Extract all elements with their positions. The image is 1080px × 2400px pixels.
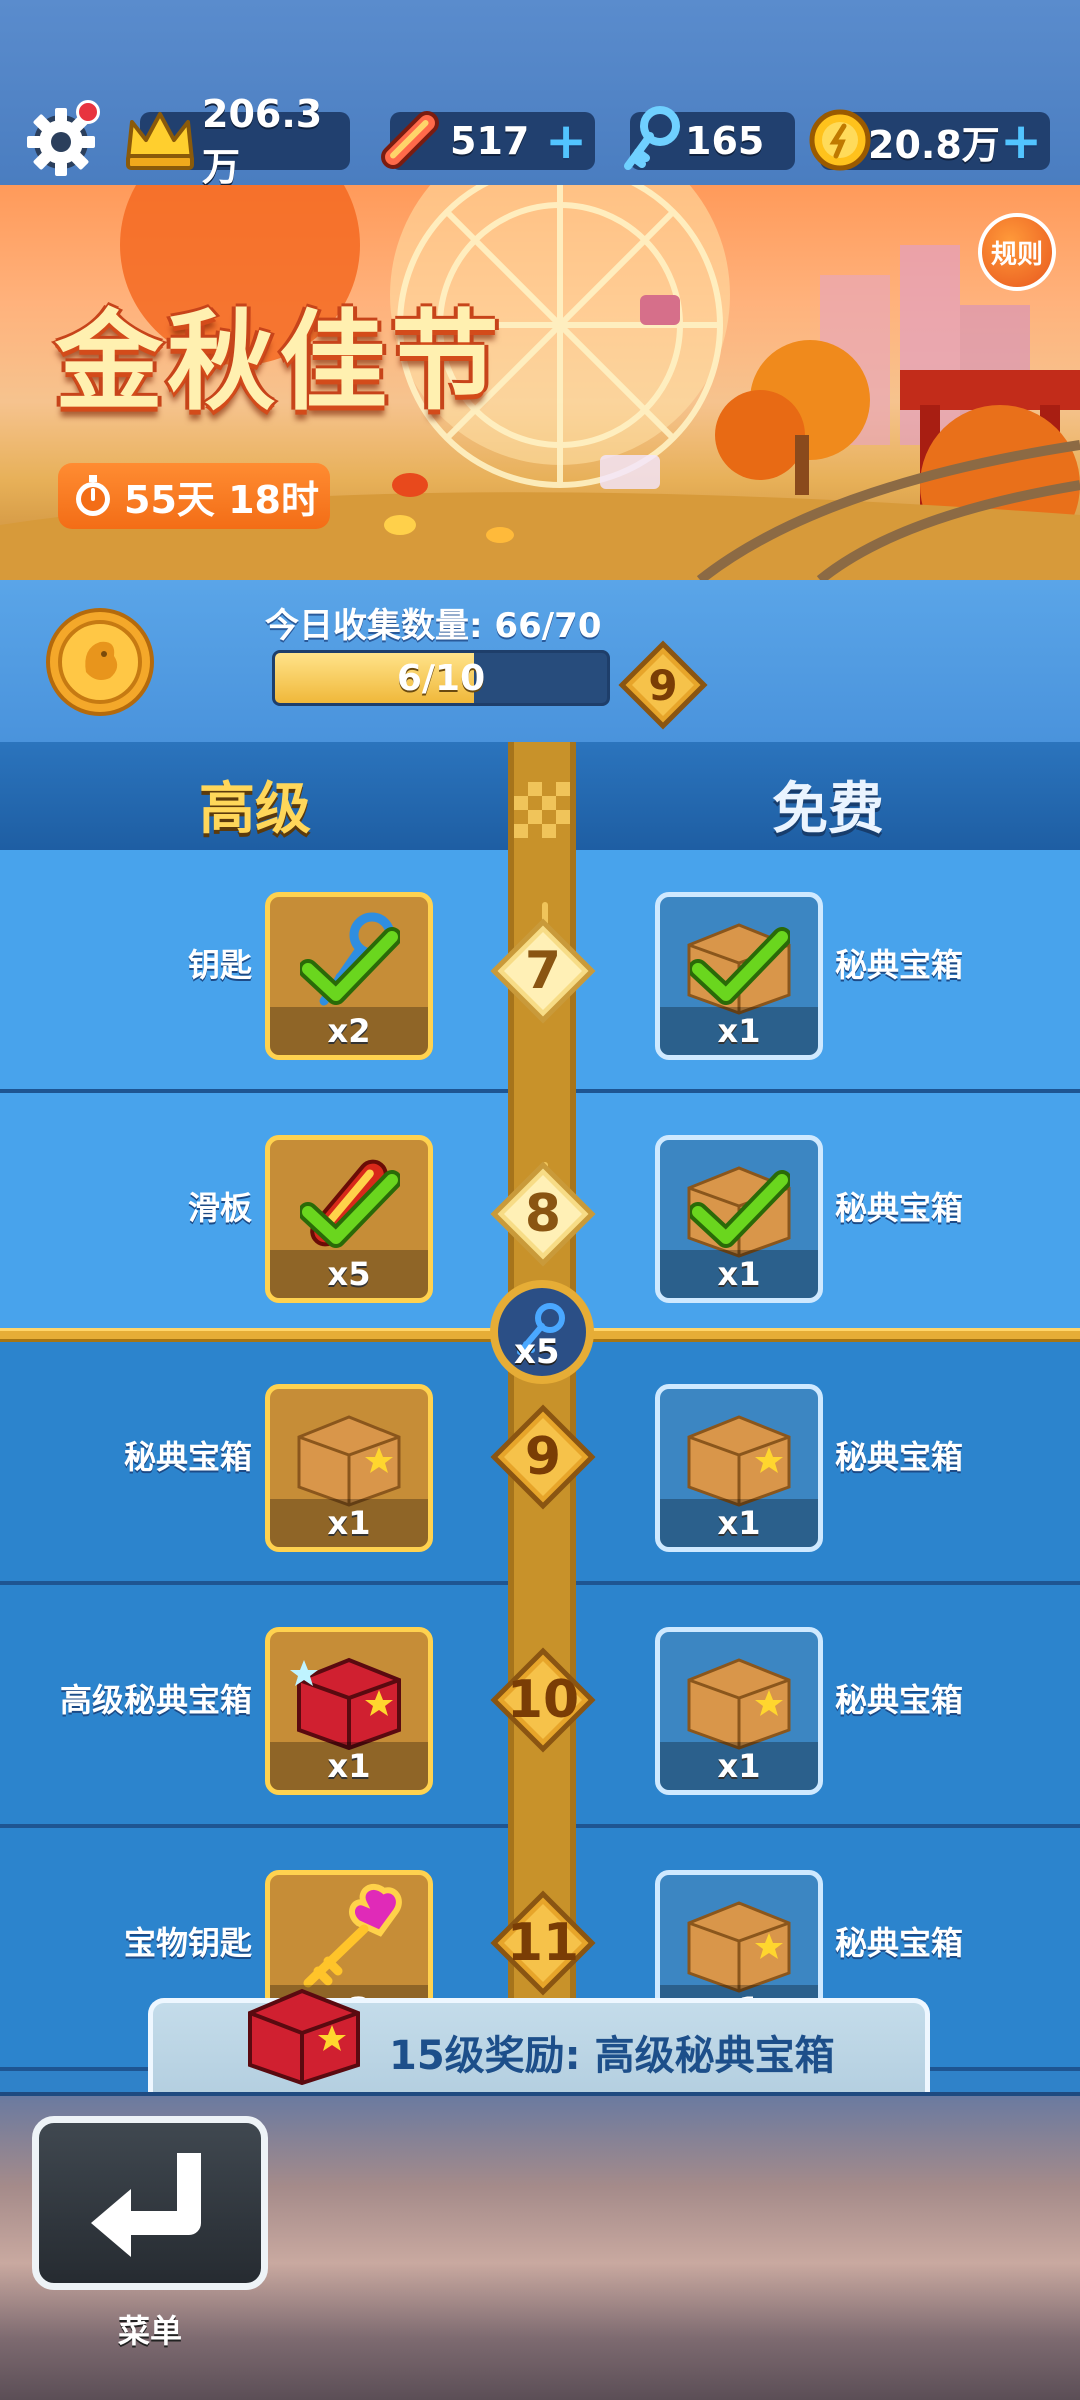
skateboard-pill[interactable]: 517 + <box>381 111 595 170</box>
premium-track-header: 高级 <box>199 776 311 842</box>
premium-reward-label: 秘典宝箱 <box>123 1438 252 1476</box>
level-badge-11: 11 <box>488 1888 598 1998</box>
coin-icon <box>809 109 871 171</box>
box-icon <box>687 1415 791 1507</box>
menu-label: 菜单 <box>117 2312 182 2350</box>
timer-text: 55天 18时 <box>124 477 319 522</box>
bottom-menu-area: 菜单 <box>0 2092 1080 2400</box>
box-icon <box>687 1658 791 1750</box>
premium-reward-label: 滑板 <box>187 1189 252 1227</box>
premium-reward-card[interactable]: x1 <box>265 1384 433 1552</box>
check-icon <box>300 927 400 1005</box>
event-banner: 金秋佳节 规则 55天 18时 <box>0 185 1080 580</box>
check-icon <box>690 927 790 1005</box>
event-title: 金秋佳节 <box>55 300 504 425</box>
next-level-number: 9 <box>648 660 678 710</box>
check-icon <box>690 1170 790 1248</box>
skateboard-count: 517 <box>450 119 530 163</box>
next-level-badge: 9 <box>618 640 708 730</box>
bonus-key-count: x5 <box>514 1332 560 1372</box>
crown-score-pill: 206.3万 <box>126 92 350 189</box>
premium-reward-card[interactable]: x1 <box>265 1627 433 1795</box>
key-icon <box>624 106 680 170</box>
free-track-header: 免费 <box>772 776 884 842</box>
level-number: 11 <box>506 1913 580 1973</box>
reward-count: x1 <box>660 1742 818 1790</box>
free-reward-label: 秘典宝箱 <box>835 1438 964 1476</box>
box-icon <box>297 1415 401 1507</box>
level-progress-bar: 6/10 <box>272 650 610 706</box>
add-skateboard-icon[interactable]: + <box>545 116 587 166</box>
reward-count: x5 <box>270 1250 428 1298</box>
reward-count: x1 <box>660 1250 818 1298</box>
check-icon <box>300 1170 400 1248</box>
level-progress-text: 6/10 <box>396 657 486 699</box>
box-icon <box>687 1901 791 1993</box>
free-reward-card[interactable]: x1 <box>655 1384 823 1552</box>
premium-reward-label: 钥匙 <box>187 946 252 984</box>
final-reward-text: 15级奖励: 高级秘典宝箱 <box>389 2033 835 2079</box>
level-badge-9: 9 <box>488 1402 598 1512</box>
premium-reward-card[interactable]: x5 <box>265 1135 433 1303</box>
rules-button[interactable]: 规则 <box>978 213 1056 291</box>
event-timer: 55天 18时 <box>58 463 330 529</box>
red-chest-icon <box>248 1988 360 2085</box>
reward-count: x1 <box>270 1499 428 1547</box>
key-count: 165 <box>685 119 765 163</box>
collect-progress-panel: 今日收集数量: 66/70 6/10 9 <box>0 580 1080 742</box>
free-reward-card[interactable]: x1 <box>655 1135 823 1303</box>
level-badge-8: 8 <box>488 1159 598 1269</box>
free-reward-label: 秘典宝箱 <box>835 1189 964 1227</box>
premium-reward-card[interactable]: x2 <box>265 892 433 1060</box>
mooncake-icon <box>46 608 154 716</box>
key-pill: 165 <box>624 106 795 170</box>
stopwatch-icon <box>76 475 110 516</box>
crown-score-value: 206.3万 <box>202 91 323 189</box>
premium-reward-label: 高级秘典宝箱 <box>59 1681 252 1719</box>
reward-track-list[interactable]: 高级 免费 钥匙 x2 x1 秘典宝箱 滑板 x5 x1 秘典宝箱 秘典宝箱 x… <box>0 742 1080 2092</box>
reward-count: x1 <box>660 1499 818 1547</box>
coin-pill[interactable]: 20.8万 + <box>809 109 1050 171</box>
free-reward-card[interactable]: x1 <box>655 1627 823 1795</box>
currency-bar: 206.3万 517 + 165 20.8万 + <box>0 0 1080 189</box>
premium-reward-label: 宝物钥匙 <box>123 1924 252 1962</box>
level-number: 9 <box>524 1427 562 1487</box>
crown-icon <box>126 112 194 170</box>
free-reward-card[interactable]: x1 <box>655 892 823 1060</box>
collect-count-label: 今日收集数量: 66/70 <box>265 606 602 646</box>
level-number: 10 <box>506 1670 580 1730</box>
free-reward-label: 秘典宝箱 <box>835 946 964 984</box>
free-reward-label: 秘典宝箱 <box>835 1924 964 1962</box>
menu-button[interactable] <box>32 2116 268 2290</box>
reward-count: x1 <box>270 1742 428 1790</box>
coin-count: 20.8万 <box>868 122 1000 167</box>
reward-count: x2 <box>270 1007 428 1055</box>
level-number: 8 <box>524 1184 562 1244</box>
skateboard-icon <box>381 111 439 169</box>
red-chest-icon <box>290 1657 401 1750</box>
add-coin-icon[interactable]: + <box>1000 116 1042 166</box>
level-badge-7: 7 <box>488 916 598 1026</box>
level-number: 7 <box>524 941 562 1001</box>
free-reward-label: 秘典宝箱 <box>835 1681 964 1719</box>
track-start-checker <box>514 782 570 838</box>
notification-dot <box>76 100 100 124</box>
level-badge-10: 10 <box>488 1645 598 1755</box>
settings-button[interactable] <box>22 100 100 178</box>
reward-count: x1 <box>660 1007 818 1055</box>
return-arrow-icon <box>91 2153 201 2257</box>
